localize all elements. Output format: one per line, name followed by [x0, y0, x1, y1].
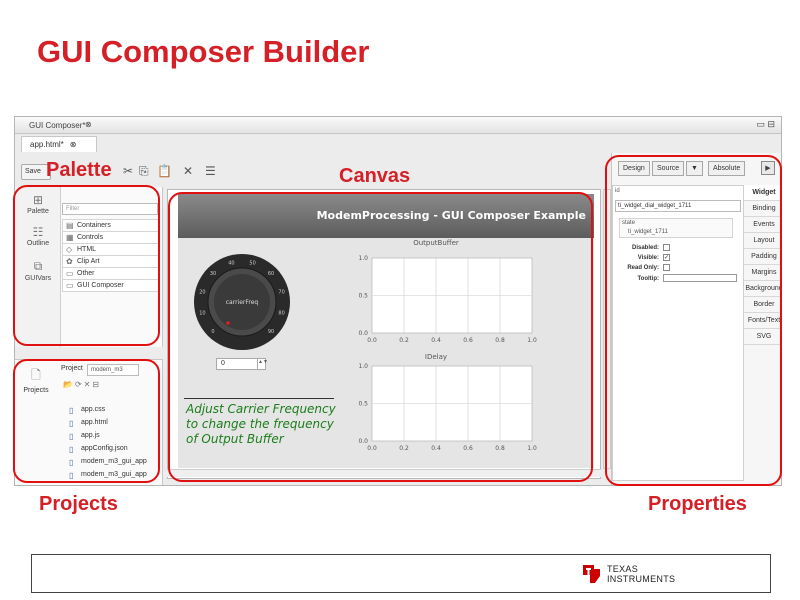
- canvas-highlight-ring: [168, 192, 593, 482]
- delete-icon[interactable]: ✕: [183, 164, 193, 178]
- logo-line-1: TEXAS: [607, 564, 639, 574]
- window-controls[interactable]: ▭ ⊟: [756, 119, 775, 130]
- ti-wordmark: TEXAS INSTRUMENTS: [607, 564, 675, 584]
- palette-annotation: Palette: [46, 159, 112, 181]
- cut-icon[interactable]: ✂: [123, 164, 133, 178]
- properties-icon[interactable]: ☰: [205, 164, 216, 178]
- logo-line-2: INSTRUMENTS: [607, 574, 676, 584]
- footer-bar: TEXAS INSTRUMENTS: [31, 554, 771, 593]
- properties-annotation: Properties: [648, 493, 747, 515]
- close-icon[interactable]: ⊗: [70, 140, 77, 149]
- properties-highlight-ring: [605, 155, 782, 486]
- window-tab-title[interactable]: GUI Composer*: [29, 121, 85, 130]
- palette-highlight-ring: [13, 185, 160, 346]
- close-icon[interactable]: ⊗: [85, 120, 92, 129]
- projects-annotation: Projects: [39, 493, 118, 515]
- window-titlebar: GUI Composer* ⊗ ▭ ⊟: [15, 117, 781, 134]
- texas-instruments-logo-icon: [583, 565, 600, 583]
- slide-title: GUI Composer Builder: [37, 34, 370, 69]
- canvas-annotation: Canvas: [339, 165, 411, 187]
- copy-icon[interactable]: ⎘: [139, 164, 149, 179]
- paste-icon[interactable]: 📋: [157, 164, 172, 178]
- editor-tab-app-html[interactable]: app.html* ⊗: [21, 136, 97, 152]
- projects-highlight-ring: [13, 359, 160, 483]
- editor-tab-label: app.html*: [30, 140, 64, 149]
